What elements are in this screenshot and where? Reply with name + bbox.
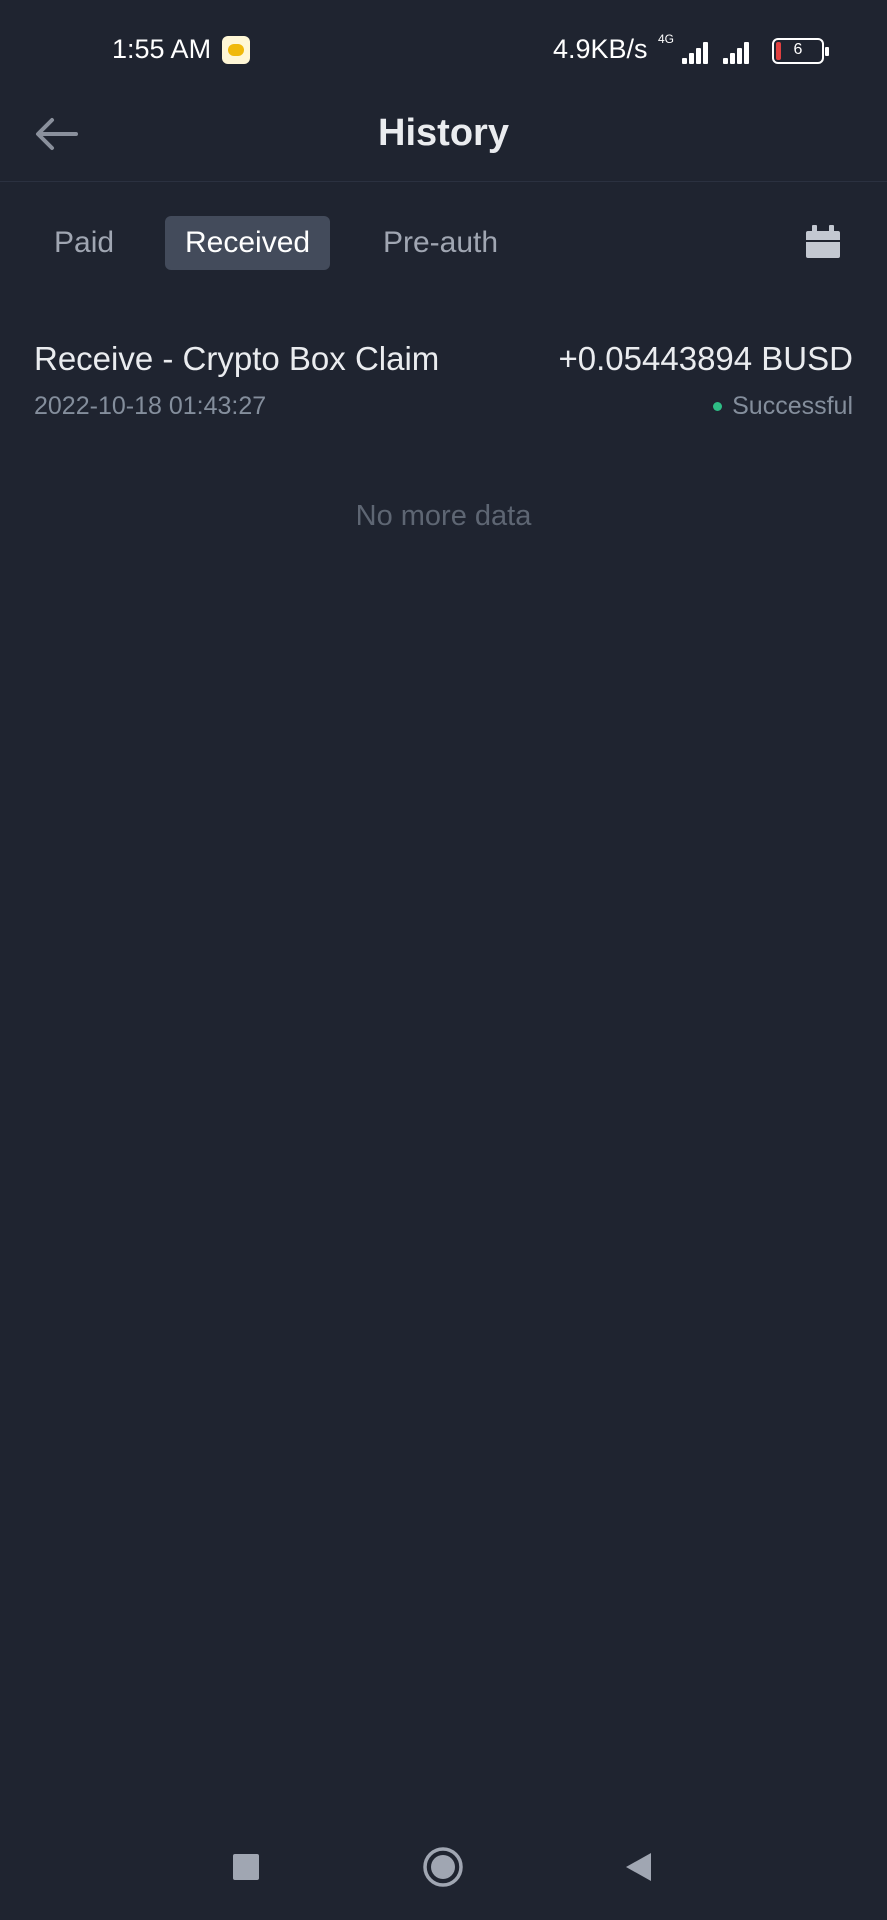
no-more-data-text: No more data (355, 500, 532, 532)
transaction-datetime: 2022-10-18 01:43:27 (34, 392, 267, 420)
calendar-icon (806, 225, 840, 258)
status-badge: Successful (713, 392, 853, 421)
transaction-amount: +0.05443894 BUSD (558, 340, 853, 377)
calendar-filter-button[interactable] (804, 224, 848, 264)
page-header: History (0, 88, 887, 182)
status-time: 1:55 AM (112, 34, 212, 64)
battery-icon: 6 (772, 38, 829, 64)
tab-received[interactable]: Received (165, 216, 331, 270)
signal-strength-icon (668, 36, 712, 64)
bee-notification-icon (222, 36, 250, 64)
triangle-back-icon (626, 1853, 651, 1881)
transaction-row[interactable]: Receive - Crypto Box Claim +0.05443894 B… (0, 330, 887, 430)
page-title: History (378, 112, 509, 154)
signal-strength-icon (716, 36, 760, 64)
transaction-status: Successful (732, 392, 853, 420)
history-tabs: Paid Received Pre-auth (0, 212, 887, 272)
circle-home-icon (423, 1847, 463, 1887)
recents-button[interactable] (216, 1830, 276, 1904)
home-button[interactable] (413, 1830, 473, 1904)
status-bar: 1:55 AM 4.9KB/s 4G 6 (0, 0, 887, 80)
square-recents-icon (233, 1854, 259, 1880)
tab-paid[interactable]: Paid (34, 216, 134, 270)
tab-pre-auth[interactable]: Pre-auth (363, 216, 518, 270)
system-back-button[interactable] (608, 1830, 668, 1904)
system-nav-bar (0, 1830, 887, 1904)
network-speed: 4.9KB/s (553, 34, 648, 64)
history-screen: 1:55 AM 4.9KB/s 4G 6 History Paid Receiv… (0, 0, 887, 1920)
status-dot-icon (713, 402, 723, 411)
battery-level: 6 (793, 41, 803, 58)
transaction-title: Receive - Crypto Box Claim (34, 340, 440, 377)
